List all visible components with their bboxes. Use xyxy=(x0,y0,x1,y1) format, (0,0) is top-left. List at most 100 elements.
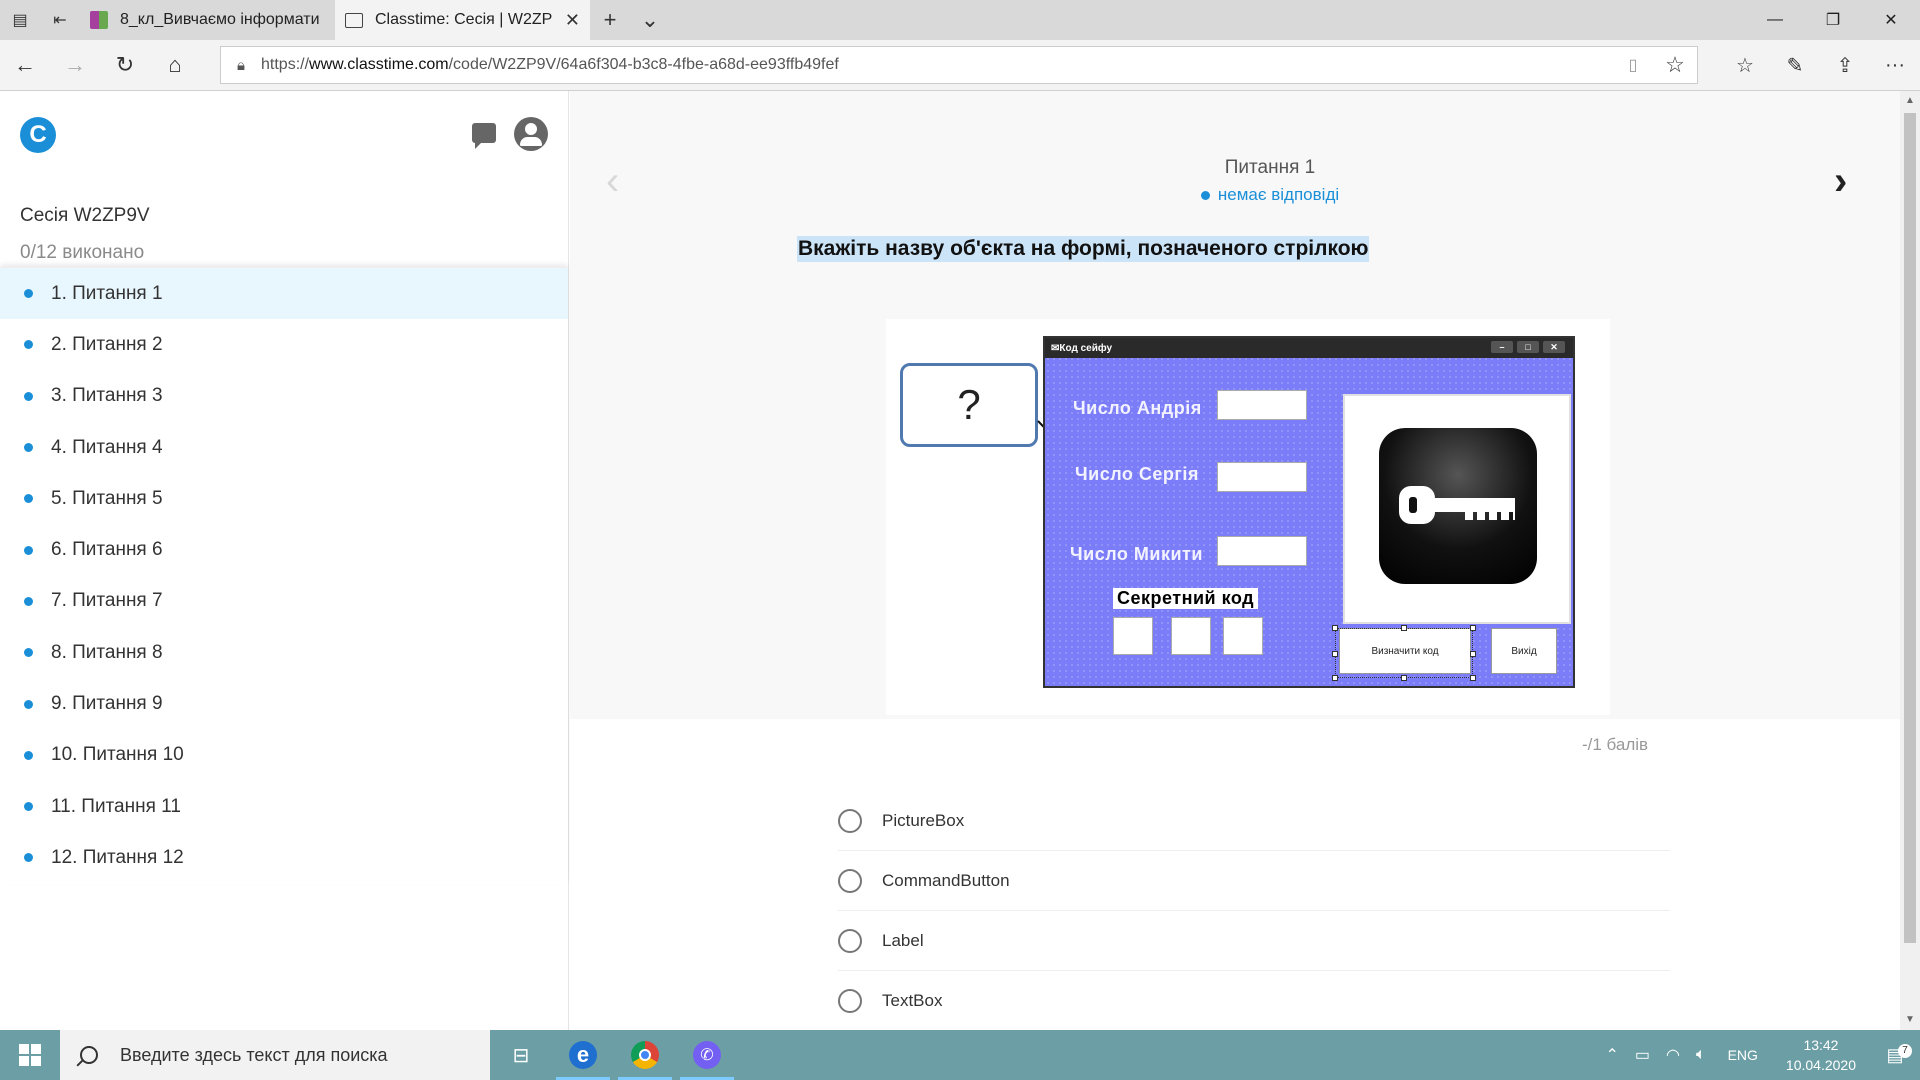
answer-option[interactable]: PictureBox xyxy=(838,791,1670,851)
pen-notes-icon[interactable]: ✎ xyxy=(1770,40,1820,90)
points-label: -/1 балів xyxy=(1582,735,1649,754)
answer-status: немає відповіді xyxy=(570,185,1920,205)
answer-options: PictureBox CommandButton Label TextBox xyxy=(838,791,1670,1031)
home-icon[interactable]: ⌂ xyxy=(150,40,200,90)
session-sidebar: C Сесія W2ZP9V 0/12 виконано 1. Питання … xyxy=(0,91,569,1030)
question-list-item[interactable]: 5. Питання 5 xyxy=(0,473,568,524)
answer-option[interactable]: CommandButton xyxy=(838,851,1670,911)
scroll-up-arrow-icon[interactable]: ▲ xyxy=(1900,91,1920,111)
selection-handle xyxy=(1470,625,1476,631)
question-list-item[interactable]: 3. Питання 3 xyxy=(0,371,568,422)
question-list-item[interactable]: 2. Питання 2 xyxy=(0,319,568,370)
question-list-item[interactable]: 7. Питання 7 xyxy=(0,576,568,627)
question-list-item[interactable]: 1. Питання 1 xyxy=(0,268,568,320)
tab-close-icon[interactable]: ✕ xyxy=(565,10,580,31)
reading-view-icon[interactable]: ▯ xyxy=(1613,55,1653,75)
vb-exit-button: Вихід xyxy=(1491,628,1557,674)
status-dot-icon xyxy=(24,391,33,401)
status-dot-icon xyxy=(24,340,33,350)
vb-textbox xyxy=(1217,536,1307,566)
search-placeholder: Введите здесь текст для поиска xyxy=(120,1044,388,1065)
status-dot-icon xyxy=(1200,191,1210,201)
input-language[interactable]: ENG xyxy=(1714,1047,1772,1063)
tab-informatics[interactable]: 8_кл_Вивчаємо інформати xyxy=(80,0,335,40)
selection-handle xyxy=(1332,625,1338,631)
viber-app-icon[interactable]: ✆ xyxy=(676,1030,738,1080)
vb-textbox xyxy=(1217,390,1307,420)
minimize-icon[interactable]: — xyxy=(1746,0,1804,40)
sidebar-toolbar xyxy=(468,117,548,151)
session-progress: 0/12 виконано xyxy=(20,242,145,263)
answer-option[interactable]: Label xyxy=(838,911,1670,971)
chat-icon[interactable] xyxy=(468,117,500,149)
volume-icon[interactable]: 🔈︎ xyxy=(1688,1046,1714,1064)
tab-title: Classtime: Сесія | W2ZP xyxy=(375,11,553,28)
browser-tab-bar: ▤ ⇤ 8_кл_Вивчаємо інформати Classtime: С… xyxy=(0,0,1920,40)
vb-form-window: ✉ Код сейфу – □ ✕ Число Андрія Число Сергі… xyxy=(1043,336,1575,688)
favorites-list-icon[interactable]: ☆ xyxy=(1720,40,1770,90)
vb-selection-frame xyxy=(1335,628,1473,678)
search-icon xyxy=(80,1046,98,1064)
question-list-item[interactable]: 6. Питання 6 xyxy=(0,524,568,575)
answer-option[interactable]: TextBox xyxy=(838,971,1670,1031)
tab-classtime[interactable]: Classtime: Сесія | W2ZP ✕ xyxy=(335,0,590,40)
page-scrollbar[interactable]: ▲ ▼ xyxy=(1900,91,1920,1030)
vb-window-controls: – □ ✕ xyxy=(1491,341,1565,353)
close-window-icon[interactable]: ✕ xyxy=(1862,0,1920,40)
radio-button[interactable] xyxy=(838,928,862,953)
windows-start-icon[interactable] xyxy=(0,1030,60,1080)
vb-form-titlebar: ✉ Код сейфу – □ ✕ xyxy=(1045,338,1573,358)
scroll-down-arrow-icon[interactable]: ▼ xyxy=(1900,1010,1920,1030)
question-panel: ‹ › Питання 1 немає відповіді Вкажіть на… xyxy=(570,91,1900,1031)
scroll-thumb[interactable] xyxy=(1904,113,1916,943)
question-list-item[interactable]: 12. Питання 12 xyxy=(0,832,568,883)
taskbar-search-box[interactable]: Введите здесь текст для поиска xyxy=(60,1030,490,1080)
radio-button[interactable] xyxy=(838,868,862,893)
set-tabs-aside-icon[interactable]: ⇤ xyxy=(40,0,80,40)
vb-secret-label: Секретний код xyxy=(1113,588,1259,609)
windows-taskbar: Введите здесь текст для поиска ⊟ e ✆ ⌃ ▭… xyxy=(0,1030,1920,1080)
refresh-icon[interactable]: ↻ xyxy=(100,40,150,90)
question-mark-callout: ? xyxy=(900,363,1038,447)
url-field[interactable]: 🔒︎ https://www.classtime.com/code/W2ZP9V… xyxy=(220,46,1698,84)
question-list-item[interactable]: 10. Питання 10 xyxy=(0,730,568,781)
tab-manager-icon[interactable]: ▤ xyxy=(0,0,40,40)
question-list-item[interactable]: 9. Питання 9 xyxy=(0,678,568,729)
new-tab-plus-icon[interactable]: + xyxy=(590,0,630,40)
battery-icon[interactable]: ▭ xyxy=(1627,1045,1658,1065)
edge-app-icon[interactable]: e xyxy=(552,1030,614,1080)
radio-button[interactable] xyxy=(838,808,862,833)
status-dot-icon xyxy=(24,648,33,658)
account-icon[interactable] xyxy=(514,117,548,151)
question-list: 1. Питання 1 2. Питання 2 3. Питання 3 4… xyxy=(0,267,568,884)
question-list-item[interactable]: 4. Питання 4 xyxy=(0,422,568,473)
tab-preview-chevron-icon[interactable]: ⌄ xyxy=(630,0,670,40)
selection-handle xyxy=(1332,675,1338,681)
back-arrow-icon[interactable]: ← xyxy=(0,40,50,90)
show-hidden-icons-chevron-icon[interactable]: ⌃ xyxy=(1597,1045,1626,1065)
vb-code-box xyxy=(1223,617,1263,655)
more-menu-icon[interactable]: ··· xyxy=(1870,40,1920,90)
vb-code-box xyxy=(1113,617,1153,655)
question-list-item[interactable]: 8. Питання 8 xyxy=(0,627,568,678)
status-dot-icon xyxy=(24,545,33,555)
status-dot-icon xyxy=(24,596,33,606)
forward-arrow-icon[interactable]: → xyxy=(50,40,100,90)
question-text: Вкажіть назву об'єкта на формі, позначен… xyxy=(797,236,1370,262)
task-view-icon[interactable]: ⊟ xyxy=(490,1030,552,1080)
question-list-item[interactable]: 11. Питання 11 xyxy=(0,781,568,832)
classtime-logo-icon[interactable]: C xyxy=(20,117,56,153)
tab-favicon-icon xyxy=(90,11,108,29)
radio-button[interactable] xyxy=(838,988,862,1013)
share-icon[interactable]: ⇪ xyxy=(1820,40,1870,90)
status-dot-icon xyxy=(24,802,33,812)
favorite-star-icon[interactable]: ☆ xyxy=(1653,52,1697,78)
action-center-icon[interactable]: ▤ 7 xyxy=(1870,1043,1920,1066)
chrome-app-icon[interactable] xyxy=(614,1030,676,1080)
restore-icon[interactable]: ❐ xyxy=(1804,0,1862,40)
taskbar-clock[interactable]: 13:42 10.04.2020 xyxy=(1772,1035,1870,1075)
status-dot-icon xyxy=(24,443,33,453)
selection-handle xyxy=(1470,675,1476,681)
wifi-icon[interactable]: ◠ xyxy=(1658,1045,1688,1065)
vb-code-box xyxy=(1171,617,1211,655)
